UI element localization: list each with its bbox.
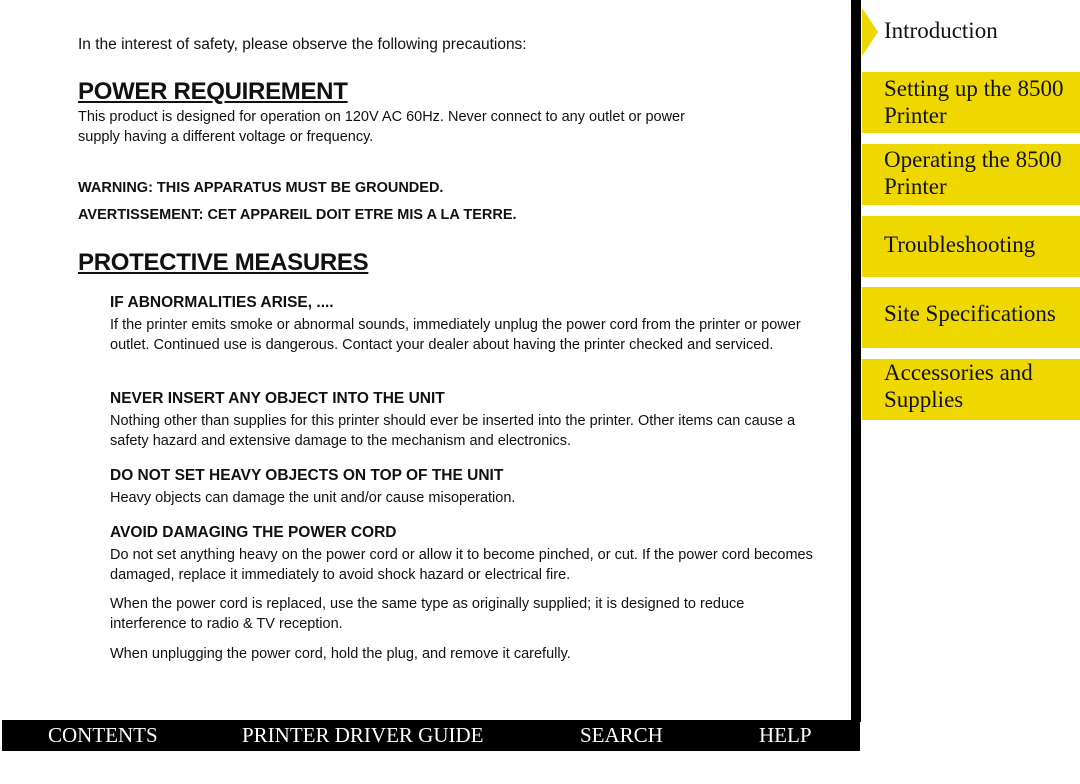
section-title: AVOID DAMAGING THE POWER CORD (110, 524, 397, 541)
section-body: Heavy objects can damage the unit and/or… (110, 490, 516, 506)
footer-nav: CONTENTS PRINTER DRIVER GUIDE SEARCH HEL… (2, 720, 860, 751)
section-title: NEVER INSERT ANY OBJECT INTO THE UNIT (110, 390, 445, 407)
help-link[interactable]: HELP (759, 723, 812, 748)
power-text-line2: supply having a different voltage or fre… (78, 128, 374, 145)
sidebar-item-introduction[interactable]: Introduction (862, 8, 1080, 56)
warning-en: WARNING: THIS APPARATUS MUST BE GROUNDED… (78, 180, 444, 196)
sidebar-item-label: Operating the 8500 Printer (884, 147, 1062, 199)
section-title: IF ABNORMALITIES ARISE, .... (110, 294, 334, 311)
protective-measures-heading: PROTECTIVE MEASURES (78, 249, 369, 276)
sidebar-item-troubleshooting[interactable]: Troubleshooting (862, 216, 1080, 277)
sidebar-item-label: Site Specifications (884, 301, 1056, 326)
section-body: If the printer emits smoke or abnormal s… (110, 317, 801, 353)
printer-driver-guide-link[interactable]: PRINTER DRIVER GUIDE (242, 723, 484, 748)
sidebar-item-setting-up[interactable]: Setting up the 8500 Printer (862, 72, 1080, 133)
intro-text: In the interest of safety, please observ… (78, 36, 527, 53)
power-text-line1: This product is designed for operation o… (78, 109, 685, 125)
sidebar-item-label: Troubleshooting (884, 232, 1036, 257)
contents-link[interactable]: CONTENTS (48, 723, 158, 748)
section-body: Nothing other than supplies for this pri… (110, 413, 796, 449)
sidebar-item-operating[interactable]: Operating the 8500 Printer (862, 144, 1080, 205)
power-requirement-heading: POWER REQUIREMENT (78, 78, 348, 105)
section-body-3: When unplugging the power cord, hold the… (110, 646, 571, 662)
section-title: DO NOT SET HEAVY OBJECTS ON TOP OF THE U… (110, 467, 504, 484)
sidebar-item-label: Introduction (884, 18, 998, 43)
sidebar-item-accessories[interactable]: Accessories and Supplies (862, 359, 1080, 420)
search-link[interactable]: SEARCH (580, 723, 663, 748)
sidebar-item-label: Setting up the 8500 Printer (884, 76, 1064, 128)
sidebar-item-site-specifications[interactable]: Site Specifications (862, 287, 1080, 348)
section-body: Do not set anything heavy on the power c… (110, 547, 813, 583)
warning-fr: AVERTISSEMENT: CET APPAREIL DOIT ETRE MI… (78, 207, 517, 223)
divider-bar (851, 0, 861, 722)
sidebar-item-label: Accessories and Supplies (884, 360, 1033, 412)
section-body-2: When the power cord is replaced, use the… (110, 596, 745, 632)
